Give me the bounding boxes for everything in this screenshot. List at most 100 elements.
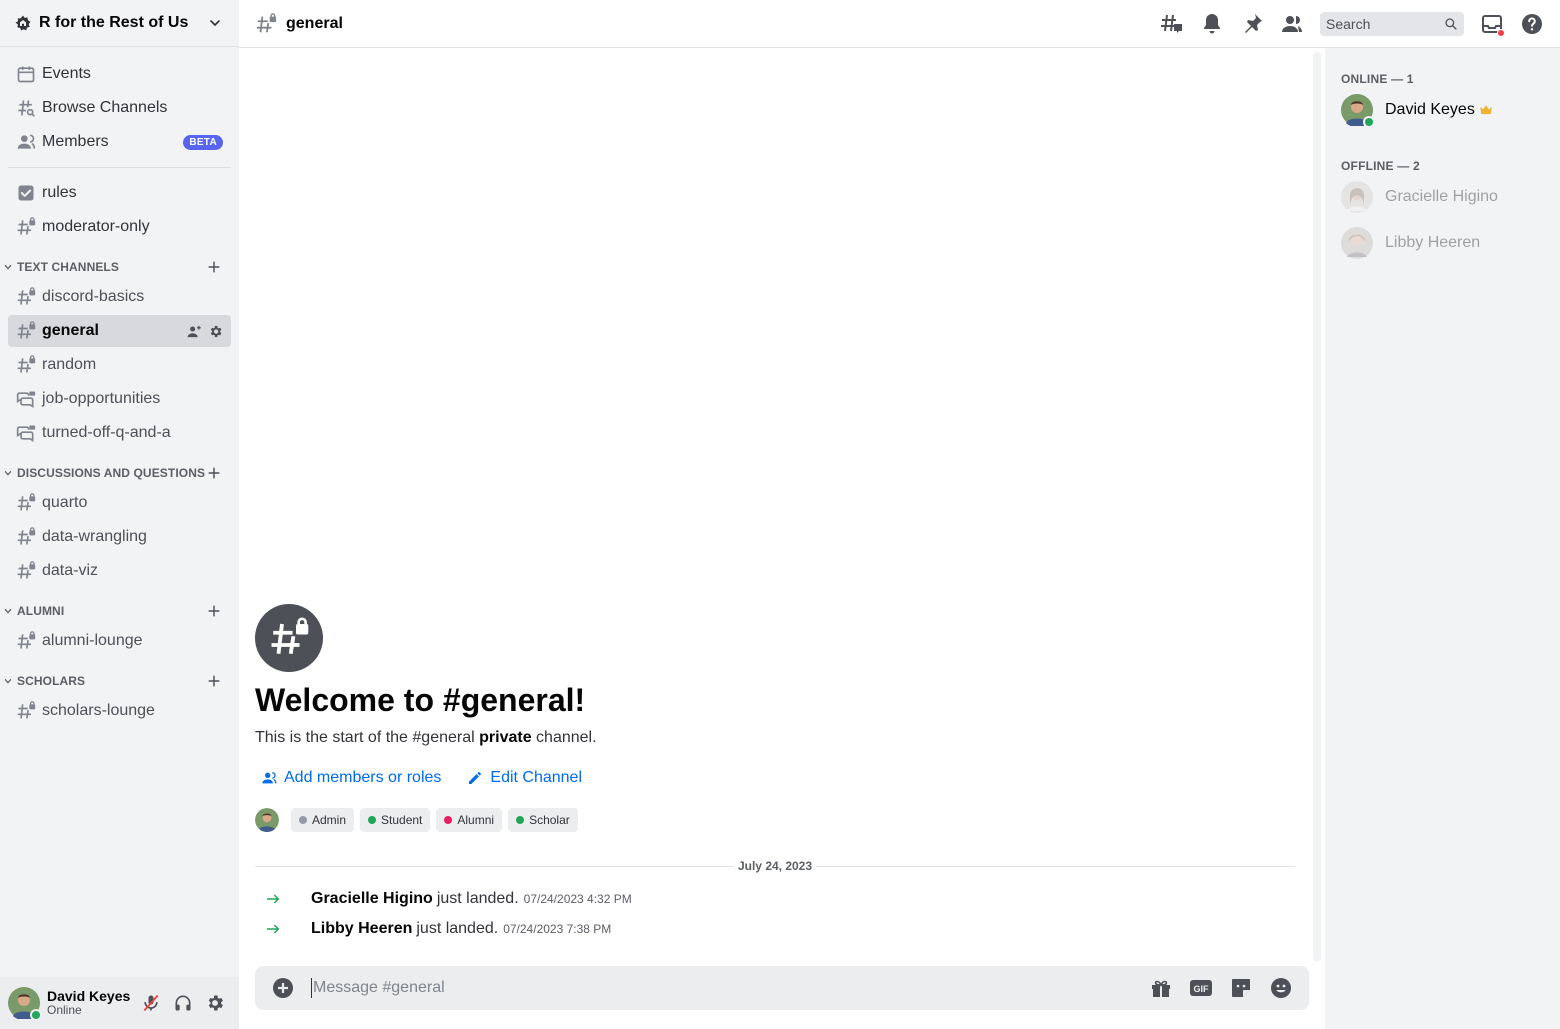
add-members-icon (262, 772, 277, 784)
category-alumni[interactable]: ALUMNI (4, 599, 231, 623)
browse-channels-icon (18, 100, 35, 117)
rules-icon (18, 185, 34, 201)
attach-plus-icon[interactable] (271, 976, 295, 1000)
channel-job-opportunities[interactable]: job-opportunities (8, 383, 231, 415)
user-info[interactable]: David Keyes Online (47, 988, 135, 1018)
gif-icon[interactable]: GIF (1189, 976, 1213, 1000)
notification-settings-button[interactable] (1200, 12, 1224, 36)
threads-button[interactable] (1160, 12, 1184, 36)
server-name: R for the Rest of Us (39, 14, 189, 31)
chevron-down-icon (4, 264, 12, 270)
locked-hash-icon (17, 217, 36, 235)
category-text-channels[interactable]: TEXT CHANNELS (4, 255, 231, 279)
channel-alumni-lounge[interactable]: alumni-lounge (8, 625, 231, 657)
arrow-right-icon (267, 894, 280, 904)
channel-label: general (42, 322, 99, 339)
nav-members[interactable]: Members BETA (8, 126, 231, 158)
members-icon (1282, 15, 1302, 32)
search-input[interactable]: Search (1320, 11, 1464, 36)
avatar-image-icon (1341, 181, 1373, 213)
create-channel-plus-icon[interactable] (206, 259, 222, 275)
channel-rules[interactable]: rules (8, 177, 231, 209)
member-item[interactable]: David Keyes (1341, 89, 1552, 131)
avatar[interactable] (8, 987, 42, 1021)
offline-header: OFFLINE — 2 (1341, 159, 1420, 173)
emoji-icon[interactable] (1269, 976, 1293, 1000)
role-pill-scholar[interactable]: Scholar (508, 808, 578, 832)
gear-icon[interactable] (208, 324, 223, 339)
channel-data-viz[interactable]: data-viz (8, 555, 231, 587)
create-channel-plus-icon[interactable] (206, 465, 222, 481)
user-status: Online (47, 1003, 82, 1018)
nav-events[interactable]: Events (8, 58, 231, 90)
search-placeholder: Search (1326, 15, 1371, 32)
channel-label: data-viz (42, 562, 99, 579)
nav-events-label: Events (42, 65, 91, 82)
role-pill-student[interactable]: Student (360, 808, 431, 832)
server-header[interactable]: R for the Rest of Us (0, 0, 239, 47)
message-timestamp: 07/24/2023 4:32 PM (523, 892, 632, 906)
channel-label: moderator-only (42, 218, 150, 235)
arrow-right-icon (267, 924, 280, 934)
member-name: Gracielle Higino (1385, 188, 1498, 205)
mute-button[interactable] (135, 987, 167, 1019)
channel-label: rules (42, 184, 77, 201)
microphone-muted-icon (143, 994, 159, 1012)
add-members-link[interactable]: Add members or roles (255, 769, 441, 787)
member-item[interactable]: Gracielle Higino (1341, 176, 1552, 218)
role-pill-admin[interactable]: Admin (291, 808, 355, 832)
channel-turned-off-q-and-a[interactable]: turned-off-q-and-a (8, 417, 231, 449)
channel-label: quarto (42, 494, 88, 511)
online-status-dot (30, 1009, 42, 1021)
member-list-toggle[interactable] (1280, 12, 1304, 36)
nav-browse-channels[interactable]: Browse Channels (8, 92, 231, 124)
message-timestamp: 07/24/2023 7:38 PM (503, 922, 612, 936)
channel-moderator-only[interactable]: moderator-only (8, 211, 231, 243)
pinned-messages-button[interactable] (1240, 12, 1264, 36)
channel-title: general (286, 14, 343, 32)
gift-icon[interactable] (1149, 976, 1173, 1000)
message-author[interactable]: Gracielle Higino (311, 890, 433, 908)
create-channel-plus-icon[interactable] (206, 603, 222, 619)
channel-scholars-lounge[interactable]: scholars-lounge (8, 695, 231, 727)
category-discussions[interactable]: DISCUSSIONS AND QUESTIONS (4, 461, 231, 485)
channel-quarto[interactable]: quarto (8, 487, 231, 519)
server-guide-icon (15, 15, 31, 31)
category-name: SCHOLARS (17, 674, 86, 688)
crown-icon (1479, 105, 1492, 115)
channel-random[interactable]: random (8, 349, 231, 381)
message-author[interactable]: Libby Heeren (311, 920, 412, 938)
avatar[interactable] (255, 808, 279, 832)
chevron-down-icon[interactable] (207, 15, 223, 31)
category-scholars[interactable]: SCHOLARS (4, 669, 231, 693)
welcome-subtitle: This is the start of the #general privat… (255, 729, 1295, 747)
role-pill-alumni[interactable]: Alumni (436, 808, 503, 832)
channel-data-wrangling[interactable]: data-wrangling (8, 521, 231, 553)
user-settings-button[interactable] (199, 987, 231, 1019)
help-button[interactable] (1520, 12, 1544, 36)
nav-browse-label: Browse Channels (42, 99, 168, 116)
headphones-icon (175, 995, 191, 1011)
avatar (1341, 227, 1373, 259)
locked-hash-icon (17, 631, 36, 649)
locked-forum-icon (16, 391, 36, 409)
edit-channel-link[interactable]: Edit Channel (461, 769, 582, 787)
online-header: ONLINE — 1 (1341, 72, 1414, 86)
category-name: ALUMNI (17, 604, 65, 618)
scrollbar-track[interactable] (1313, 52, 1321, 962)
channel-label: scholars-lounge (42, 702, 155, 719)
message-input[interactable]: Message #general (311, 978, 1133, 998)
channel-general[interactable]: general (8, 315, 231, 347)
inbox-button[interactable] (1480, 12, 1505, 37)
channel-discord-basics[interactable]: discord-basics (8, 281, 231, 313)
role-color-dot (368, 816, 377, 824)
sticker-icon[interactable] (1229, 976, 1253, 1000)
search-icon (1445, 17, 1457, 30)
create-channel-plus-icon[interactable] (206, 673, 222, 689)
date-divider: July 24, 2023 (255, 859, 1295, 873)
member-item[interactable]: Libby Heeren (1341, 222, 1552, 264)
deafen-button[interactable] (167, 987, 199, 1019)
invite-user-icon[interactable] (187, 324, 202, 339)
threads-icon (1161, 14, 1182, 33)
user-panel: David Keyes Online (0, 977, 239, 1029)
